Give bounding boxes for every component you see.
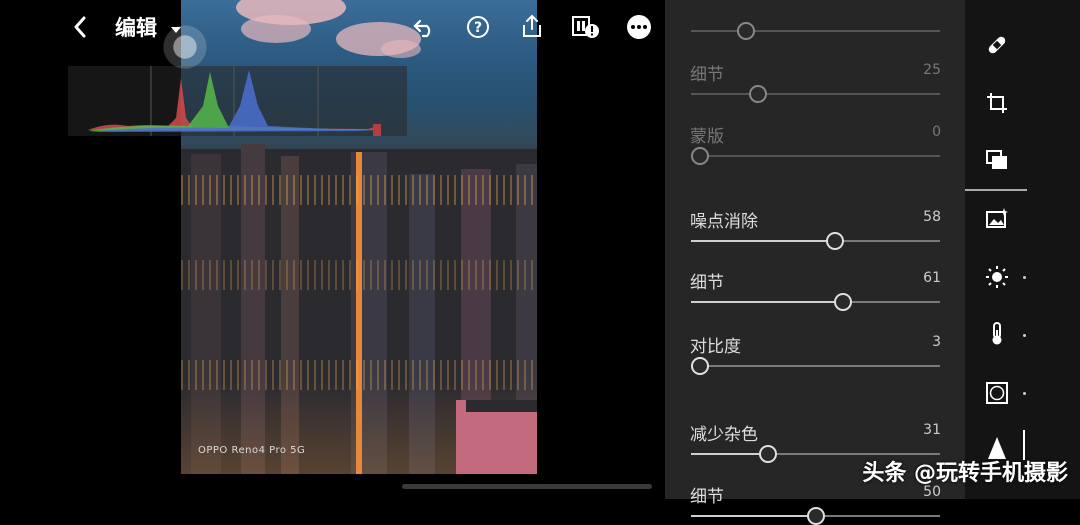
slider-track[interactable] — [691, 365, 940, 367]
histogram-graph — [88, 66, 381, 136]
slider-thumb[interactable] — [759, 445, 778, 463]
home-indicator — [402, 484, 652, 489]
slider-thumb[interactable] — [806, 507, 825, 525]
slider-fill — [691, 453, 769, 455]
more-icon — [627, 15, 651, 39]
slider-thumb[interactable] — [691, 357, 709, 375]
slider-label: 细节 — [690, 65, 724, 85]
slider-value: 31 — [923, 422, 941, 438]
slider-track[interactable] — [691, 155, 940, 157]
share-icon — [523, 14, 541, 37]
page-title-text: 编辑 — [115, 16, 157, 40]
light-sun-icon — [986, 266, 1008, 288]
color-tool-indicator — [1023, 334, 1026, 337]
slider-thumb[interactable] — [749, 85, 768, 103]
share-button[interactable] — [519, 12, 545, 40]
back-button[interactable] — [68, 14, 92, 40]
slider-value: 58 — [923, 209, 941, 225]
slider-track[interactable] — [691, 240, 940, 242]
color-thermometer-icon — [992, 322, 1002, 345]
city-lights — [181, 260, 537, 290]
pink-building-roof — [466, 400, 537, 412]
slider-label: 蒙版 — [690, 127, 724, 147]
undo-icon — [413, 19, 431, 38]
color-tool-button[interactable] — [985, 322, 1009, 346]
help-button[interactable]: ? — [465, 14, 491, 40]
chevron-left-icon — [74, 16, 86, 38]
presets-icon — [986, 150, 1007, 169]
slider-label: 细节 — [690, 487, 724, 507]
auto-tool-button[interactable] — [985, 207, 1009, 231]
source-watermark: 头条 @玩转手机摄影 — [862, 461, 1068, 486]
crop-rotate-icon — [987, 93, 1007, 113]
effects-tool-indicator — [1023, 392, 1026, 395]
slider-value: 61 — [923, 270, 941, 286]
flag-alert-button[interactable] — [571, 13, 601, 41]
undo-button[interactable] — [412, 14, 438, 40]
auto-image-icon — [986, 208, 1008, 228]
slider-thumb[interactable] — [833, 293, 852, 311]
healing-bandage-icon — [988, 36, 1006, 54]
healing-tool-button[interactable] — [985, 33, 1009, 57]
slider-thumb[interactable] — [736, 22, 755, 40]
slider-value: 0 — [932, 124, 941, 140]
slider-value: 25 — [923, 62, 941, 78]
histogram-clip — [373, 124, 381, 136]
slider-fill — [691, 301, 843, 303]
cloud — [241, 15, 311, 43]
cloud — [381, 40, 421, 58]
svg-text:?: ? — [474, 20, 482, 36]
detail-panel[interactable]: 细节 25 蒙版 0 噪点消除 58 细节 61 对比度 3 减少杂色 31 细节 50 — [665, 0, 965, 525]
more-button[interactable] — [625, 13, 653, 41]
slider-fill — [691, 515, 816, 517]
slider-label: 噪点消除 — [690, 212, 758, 232]
slider-track[interactable] — [691, 93, 940, 95]
effects-tool-button[interactable] — [985, 381, 1009, 405]
light-tool-indicator — [1023, 276, 1026, 279]
slider-label: 细节 — [690, 273, 724, 293]
slider-track[interactable] — [691, 301, 940, 303]
camera-watermark: OPPO Reno4 Pro 5G — [198, 445, 306, 456]
slider-value: 3 — [932, 334, 941, 350]
slider-label: 对比度 — [690, 337, 741, 357]
slider-label: 减少杂色 — [690, 425, 758, 445]
slider-fill — [691, 240, 836, 242]
tool-sidebar — [965, 0, 1080, 499]
slider-thumb[interactable] — [691, 147, 709, 165]
histogram[interactable] — [68, 66, 407, 136]
help-icon: ? — [467, 16, 489, 38]
histogram-blue — [88, 70, 378, 132]
slider-thumb[interactable] — [826, 232, 845, 250]
effects-vignette-icon — [986, 382, 1008, 404]
city-lights — [181, 175, 537, 205]
flag-alert-icon — [572, 16, 599, 38]
slider-track[interactable] — [691, 30, 940, 32]
toolbar-divider — [965, 189, 1027, 191]
light-tool-button[interactable] — [985, 265, 1009, 289]
touch-indicator — [160, 22, 210, 72]
presets-tool-button[interactable] — [985, 148, 1009, 172]
crop-tool-button[interactable] — [985, 91, 1009, 115]
